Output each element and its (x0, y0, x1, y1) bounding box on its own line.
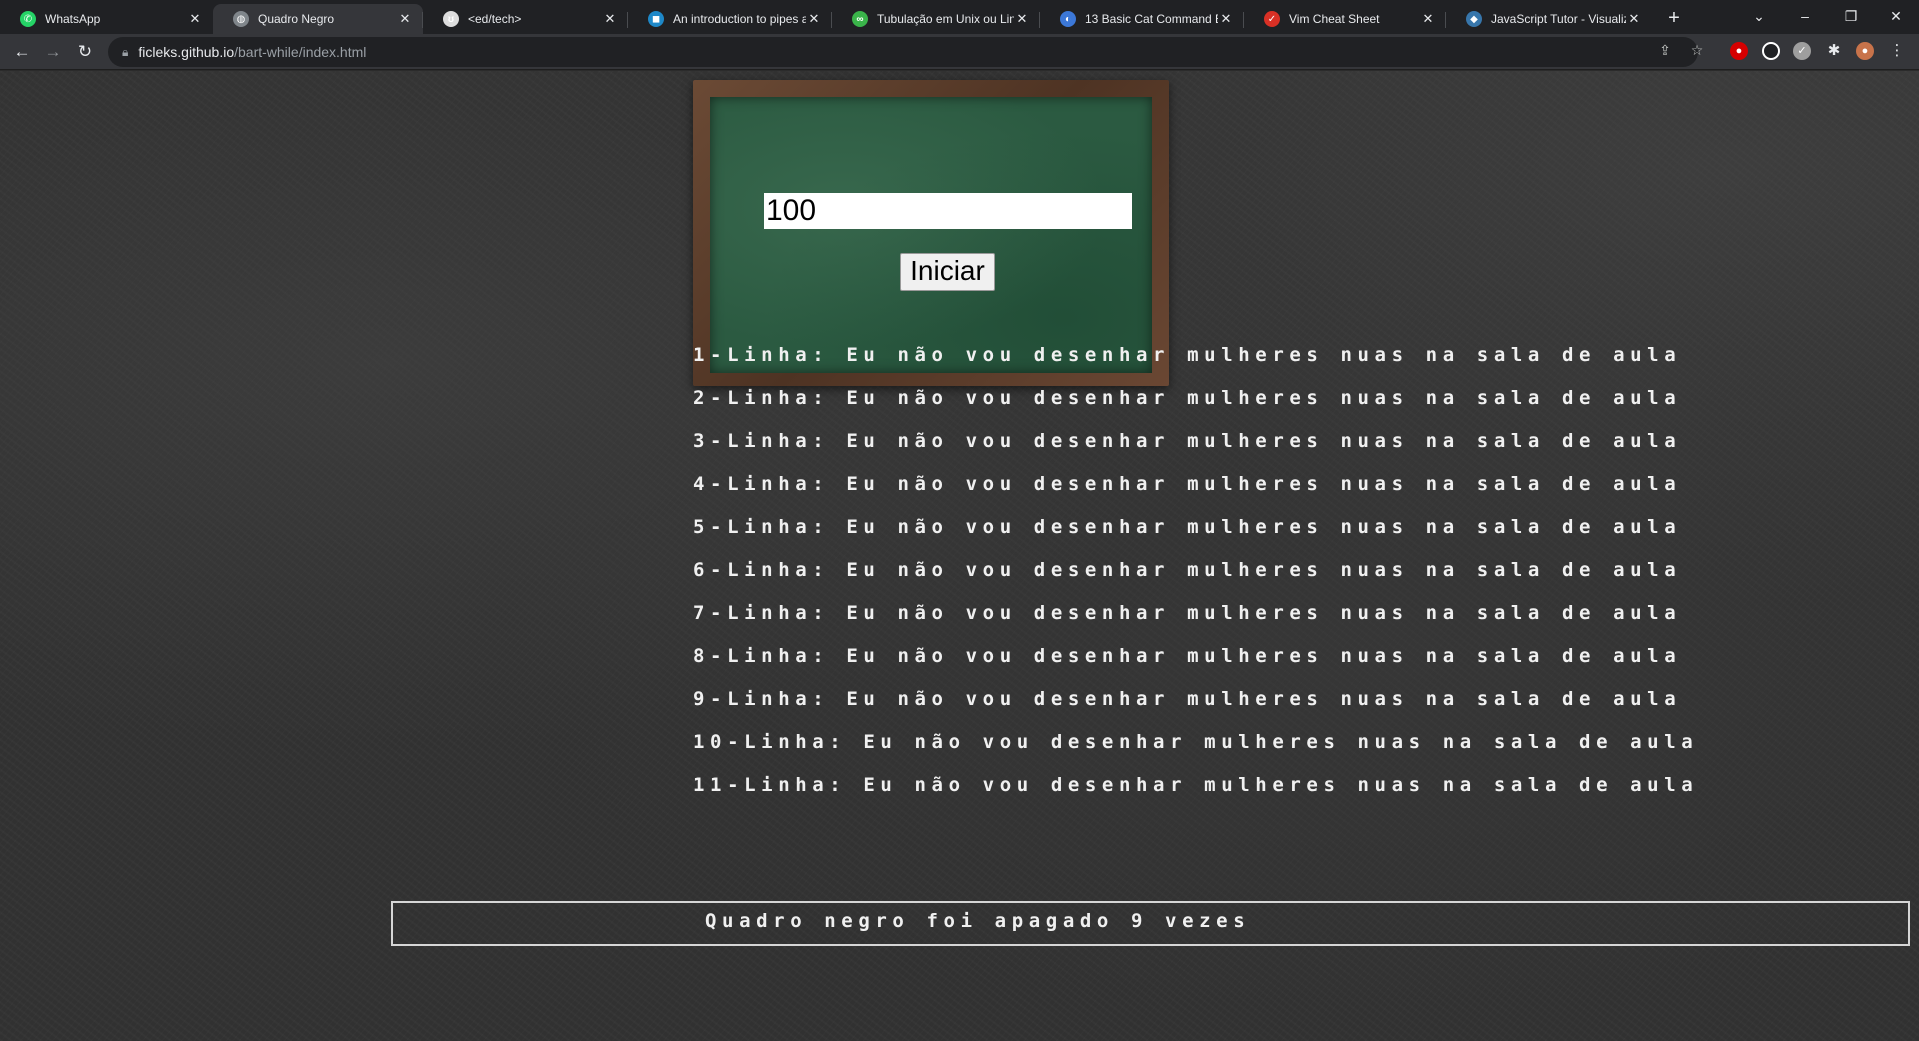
extension-record-icon[interactable] (1762, 42, 1780, 60)
tab-1[interactable]: ◍ Quadro Negro ✕ (213, 4, 423, 34)
back-button[interactable]: ← (10, 40, 34, 64)
tab-separator (422, 12, 423, 28)
tab-title: Quadro Negro (258, 12, 335, 26)
chalk-line: 3-Linha: Eu não vou desenhar mulheres nu… (693, 430, 1682, 452)
chalk-line: 1-Linha: Eu não vou desenhar mulheres nu… (693, 344, 1682, 366)
url-path: /bart-while/index.html (234, 44, 367, 60)
pipes-site-icon: ◼ (648, 11, 664, 27)
minimize-button[interactable]: – (1782, 0, 1828, 32)
reload-button[interactable]: ↻ (73, 40, 97, 64)
tab-4[interactable]: ∞ Tubulação em Unix ou Lin ✕ (832, 4, 1040, 34)
tab-separator (831, 12, 832, 28)
tab-2[interactable]: ʊ <ed/tech> ✕ (423, 4, 628, 34)
tab-6[interactable]: ✓ Vim Cheat Sheet ✕ (1244, 4, 1446, 34)
chalk-line: 4-Linha: Eu não vou desenhar mulheres nu… (693, 473, 1682, 495)
tab-5[interactable]: ◐ 13 Basic Cat Command Ex ✕ (1040, 4, 1244, 34)
python-icon: ◆ (1466, 11, 1482, 27)
repeat-count-input[interactable] (764, 193, 1132, 229)
forward-button[interactable]: → (41, 40, 65, 64)
chalk-line: 9-Linha: Eu não vou desenhar mulheres nu… (693, 688, 1682, 710)
close-tab-icon[interactable]: ✕ (806, 11, 822, 27)
globe-icon: ◍ (233, 11, 249, 27)
tab-title: JavaScript Tutor - Visualize (1491, 12, 1626, 26)
written-lines: 1-Linha: Eu não vou desenhar mulheres nu… (693, 344, 1699, 817)
new-tab-button[interactable]: + (1662, 6, 1686, 30)
close-tab-icon[interactable]: ✕ (602, 11, 618, 27)
url-host: ficleks.github.io (138, 44, 235, 60)
chalk-line: 6-Linha: Eu não vou desenhar mulheres nu… (693, 559, 1682, 581)
tab-strip: ✆ WhatsApp ✕ ◍ Quadro Negro ✕ ʊ <ed/tech> ✕ ◼ An i… (0, 0, 1919, 34)
lock-icon: 🔒︎ (122, 44, 129, 59)
close-tab-icon[interactable]: ✕ (1218, 11, 1234, 27)
close-tab-icon[interactable]: ✕ (1626, 11, 1642, 27)
tab-separator (1445, 12, 1446, 28)
browser-toolbar: ← → ↻ 🔒︎ ficleks.github.io/bart-while/in… (0, 34, 1919, 70)
extension-gray-icon[interactable]: ✓ (1793, 42, 1811, 60)
tab-separator (1039, 12, 1040, 28)
tab-search-icon[interactable]: ⌄ (1736, 0, 1782, 32)
tecmint-icon: ◐ (1060, 11, 1076, 27)
tab-title: 13 Basic Cat Command Ex (1085, 12, 1218, 26)
close-tab-icon[interactable]: ✕ (1420, 11, 1436, 27)
tab-separator (627, 12, 628, 28)
tab-title: <ed/tech> (468, 12, 522, 26)
chalk-line: 11-Linha: Eu não vou desenhar mulheres n… (693, 774, 1699, 796)
tab-title: WhatsApp (45, 12, 101, 26)
vim-icon: ✓ (1264, 11, 1280, 27)
close-window-button[interactable]: ✕ (1873, 0, 1919, 32)
browser-menu-icon[interactable]: ⋮ (1888, 42, 1906, 60)
whatsapp-icon: ✆ (20, 11, 36, 27)
tab-3[interactable]: ◼ An introduction to pipes a ✕ (628, 4, 832, 34)
close-tab-icon[interactable]: ✕ (187, 11, 203, 27)
chalkboard: Iniciar (710, 97, 1152, 373)
tab-separator (1243, 12, 1244, 28)
start-button[interactable]: Iniciar (900, 253, 995, 291)
tab-title: Tubulação em Unix ou Lin (877, 12, 1014, 26)
extensions-puzzle-icon[interactable]: ✱ (1825, 42, 1843, 60)
tab-title: An introduction to pipes a (673, 12, 806, 26)
tab-7[interactable]: ◆ JavaScript Tutor - Visualize ✕ (1446, 4, 1652, 34)
chalk-line: 5-Linha: Eu não vou desenhar mulheres nu… (693, 516, 1682, 538)
chalk-line: 8-Linha: Eu não vou desenhar mulheres nu… (693, 645, 1682, 667)
chalkboard-frame: Iniciar (693, 80, 1169, 386)
page-content: Iniciar 1-Linha: Eu não vou desenhar mul… (0, 71, 1919, 1041)
address-bar[interactable]: 🔒︎ ficleks.github.io/bart-while/index.ht… (108, 37, 1698, 67)
restore-button[interactable]: ❐ (1828, 0, 1874, 32)
close-tab-icon[interactable]: ✕ (1014, 11, 1030, 27)
tab-title: Vim Cheat Sheet (1289, 12, 1380, 26)
share-icon[interactable]: ⇪ (1655, 40, 1675, 60)
edtech-icon: ʊ (443, 11, 459, 27)
extension-red-icon[interactable]: ● (1730, 42, 1748, 60)
profile-avatar[interactable]: ● (1856, 42, 1874, 60)
chalk-line: 2-Linha: Eu não vou desenhar mulheres nu… (693, 387, 1682, 409)
status-message: Quadro negro foi apagado 9 vezes (391, 901, 1910, 946)
chalk-line: 7-Linha: Eu não vou desenhar mulheres nu… (693, 602, 1682, 624)
close-tab-icon[interactable]: ✕ (397, 11, 413, 27)
link-icon: ∞ (852, 11, 868, 27)
bookmark-star-icon[interactable]: ☆ (1687, 40, 1707, 60)
tab-0[interactable]: ✆ WhatsApp ✕ (0, 4, 213, 34)
chalk-line: 10-Linha: Eu não vou desenhar mulheres n… (693, 731, 1699, 753)
